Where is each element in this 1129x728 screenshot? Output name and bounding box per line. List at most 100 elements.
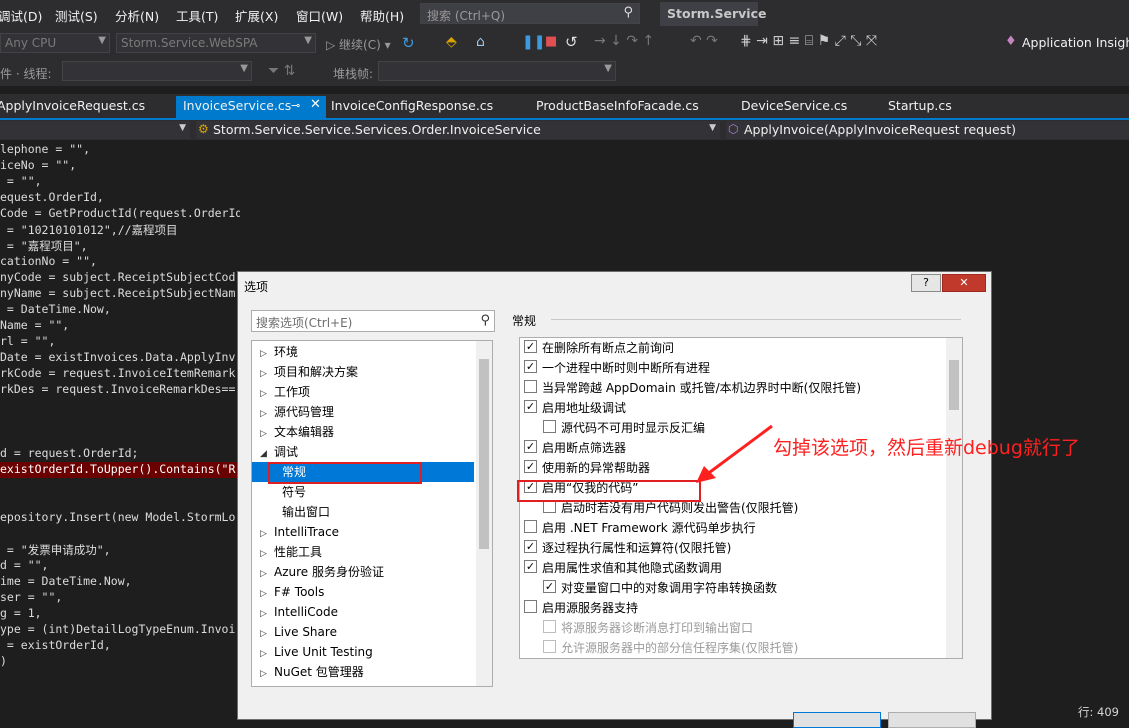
menu-test[interactable]: 测试(S) xyxy=(55,6,98,25)
option-item[interactable]: 将源服务器诊断消息打印到输出窗口 xyxy=(543,618,753,638)
toolbar-misc-icons[interactable]: ⋕ ⇥ ⊞ ≡ ⌸ ⚑ ⤢ ⤡ ⤧ xyxy=(740,33,877,49)
option-item[interactable]: 启用属性求值和其他隐式函数调用 xyxy=(524,558,722,578)
code-editor[interactable]: lephone = "", iceNo = "", = "", equest.Ord… xyxy=(0,142,240,702)
option-checkbox[interactable] xyxy=(524,460,537,473)
tree-item[interactable]: ▷ IntelliTrace xyxy=(252,522,474,542)
expand-arrow-icon[interactable]: ▷ xyxy=(260,364,274,384)
tree-item[interactable]: ▷ Azure 服务身份验证 xyxy=(252,562,474,582)
expand-arrow-icon[interactable]: ▷ xyxy=(260,564,274,584)
tree-item[interactable]: ◢ 调试 xyxy=(252,442,474,462)
ok-button[interactable] xyxy=(793,712,881,728)
option-item[interactable]: 启用断点筛选器 xyxy=(524,438,626,458)
help-button[interactable]: ? xyxy=(911,274,941,292)
expand-arrow-icon[interactable]: ▷ xyxy=(260,524,274,544)
expand-arrow-icon[interactable]: ▷ xyxy=(260,624,274,644)
expand-arrow-icon[interactable]: ▷ xyxy=(260,424,274,444)
stackframe-dropdown[interactable]: ▼ xyxy=(378,61,616,81)
tree-item[interactable]: ▷ 项目和解决方案 xyxy=(252,362,474,382)
continue-button[interactable]: ▷ 继续(C) ▾ xyxy=(326,36,391,53)
option-item[interactable]: 启用源服务器支持 xyxy=(524,598,638,618)
step-icons[interactable]: → ↓ ↷ ↑ xyxy=(594,33,654,49)
option-checkbox[interactable] xyxy=(524,400,537,413)
tree-item[interactable]: ▷ 环境 xyxy=(252,342,474,362)
restart-debug-icon[interactable]: ↺ xyxy=(565,33,578,51)
option-checkbox[interactable] xyxy=(543,420,556,433)
member-nav-dropdown[interactable]: ⬡ ApplyInvoice(ApplyInvoiceRequest reque… xyxy=(726,121,1129,139)
option-item[interactable]: 启用 .NET Framework 源代码单步执行 xyxy=(524,518,756,538)
option-checkbox[interactable] xyxy=(524,540,537,553)
tab-invoice-config-response[interactable]: InvoiceConfigResponse.cs xyxy=(331,98,493,113)
quick-launch-search[interactable]: 搜索 (Ctrl+Q) ⚲ xyxy=(420,3,640,24)
option-item[interactable]: 对变量窗口中的对象调用字符串转换函数 xyxy=(543,578,777,598)
option-item[interactable]: 一个进程中断时则中断所有进程 xyxy=(524,358,710,378)
option-item[interactable]: 允许源服务器中的部分信任程序集(仅限托管) xyxy=(543,638,798,658)
menu-analyze[interactable]: 分析(N) xyxy=(115,6,159,25)
option-item[interactable]: 当异常跨越 AppDomain 或托管/本机边界时中断(仅限托管) xyxy=(524,378,861,398)
option-item[interactable]: 逐过程执行属性和运算符(仅限托管) xyxy=(524,538,731,558)
tree-item[interactable]: ▷ 工作项 xyxy=(252,382,474,402)
close-button[interactable]: ✕ xyxy=(942,274,986,292)
filter-icon[interactable]: ⏷ ⇅ xyxy=(268,63,295,79)
option-checkbox[interactable] xyxy=(524,520,537,533)
attach-icon[interactable]: ⬘ xyxy=(446,34,457,50)
close-icon[interactable]: ✕ xyxy=(310,97,321,112)
stop-icon[interactable]: ■ xyxy=(545,34,557,49)
tree-item[interactable]: 输出窗口 xyxy=(252,502,474,522)
pause-icon[interactable]: ❚❚ xyxy=(522,34,545,50)
tree-item[interactable]: ▷ NuGet 包管理器 xyxy=(252,662,474,682)
option-checkbox[interactable] xyxy=(524,360,537,373)
application-insights-button[interactable]: Application Insight xyxy=(1022,35,1129,50)
tree-item[interactable]: ▷ F# Tools xyxy=(252,582,474,602)
tree-item[interactable]: 符号 xyxy=(252,482,474,502)
expand-arrow-icon[interactable]: ▷ xyxy=(260,664,274,684)
menu-extensions[interactable]: 扩展(X) xyxy=(235,6,278,25)
pin-icon[interactable]: ⊸ xyxy=(291,99,300,112)
type-nav-dropdown[interactable]: ⚙ Storm.Service.Service.Services.Order.I… xyxy=(196,121,720,139)
options-scroll-thumb[interactable] xyxy=(949,360,959,410)
option-item[interactable]: 使用新的异常帮助器 xyxy=(524,458,650,478)
options-search-input[interactable]: 搜索选项(Ctrl+E) ⚲ xyxy=(251,310,495,332)
tab-device-service[interactable]: DeviceService.cs xyxy=(741,98,847,113)
tab-startup[interactable]: Startup.cs xyxy=(888,98,952,113)
tree-item[interactable]: ▷ IntelliCode xyxy=(252,602,474,622)
option-item[interactable]: 在删除所有断点之前询问 xyxy=(524,338,674,358)
expand-arrow-icon[interactable]: ▷ xyxy=(260,344,274,364)
expand-arrow-icon[interactable]: ▷ xyxy=(260,544,274,564)
tree-item[interactable]: ▷ 文本编辑器 xyxy=(252,422,474,442)
tree-item[interactable]: ▷ Live Unit Testing xyxy=(252,642,474,662)
tree-scrollbar[interactable] xyxy=(476,341,492,686)
tab-invoice-service[interactable]: InvoiceService.cs xyxy=(183,98,291,113)
menu-debug[interactable]: 调试(D) xyxy=(0,6,42,25)
thread-dropdown[interactable]: ▼ xyxy=(62,61,252,81)
expand-arrow-icon[interactable]: ▷ xyxy=(260,384,274,404)
menu-help[interactable]: 帮助(H) xyxy=(360,6,404,25)
cancel-button[interactable] xyxy=(888,712,976,728)
option-item[interactable]: 启用地址级调试 xyxy=(524,398,626,418)
undo-redo-icons[interactable]: ↶ ↷ xyxy=(690,33,718,49)
menu-window[interactable]: 窗口(W) xyxy=(296,6,343,25)
tree-scroll-thumb[interactable] xyxy=(479,359,489,549)
expand-arrow-icon[interactable]: ▷ xyxy=(260,644,274,664)
option-checkbox[interactable] xyxy=(524,340,537,353)
tree-item[interactable]: ▷ Live Share xyxy=(252,622,474,642)
expand-arrow-icon[interactable]: ▷ xyxy=(260,404,274,424)
expand-arrow-icon[interactable]: ▷ xyxy=(260,584,274,604)
option-checkbox[interactable] xyxy=(524,600,537,613)
project-nav-dropdown[interactable]: ▼ xyxy=(0,121,190,139)
tree-item[interactable]: ▷ 源代码管理 xyxy=(252,402,474,422)
restart-icon[interactable]: ↻ xyxy=(402,34,415,52)
tab-apply-invoice-request[interactable]: ApplyInvoiceRequest.cs xyxy=(0,98,145,113)
menu-tools[interactable]: 工具(T) xyxy=(176,6,218,25)
option-checkbox[interactable] xyxy=(524,560,537,573)
option-item[interactable]: 源代码不可用时显示反汇编 xyxy=(543,418,705,438)
browser-icon[interactable]: ⌂ xyxy=(476,34,485,50)
options-scrollbar[interactable] xyxy=(946,338,962,658)
option-checkbox[interactable] xyxy=(524,440,537,453)
platform-dropdown[interactable]: Any CPU ▼ xyxy=(0,33,110,53)
option-checkbox[interactable] xyxy=(524,380,537,393)
tree-item[interactable]: ▷ 性能工具 xyxy=(252,542,474,562)
expand-arrow-icon[interactable]: ▷ xyxy=(260,604,274,624)
tab-product-base-info-facade[interactable]: ProductBaseInfoFacade.cs xyxy=(536,98,699,113)
option-checkbox[interactable] xyxy=(543,580,556,593)
expanded-arrow-icon[interactable]: ◢ xyxy=(260,444,274,464)
